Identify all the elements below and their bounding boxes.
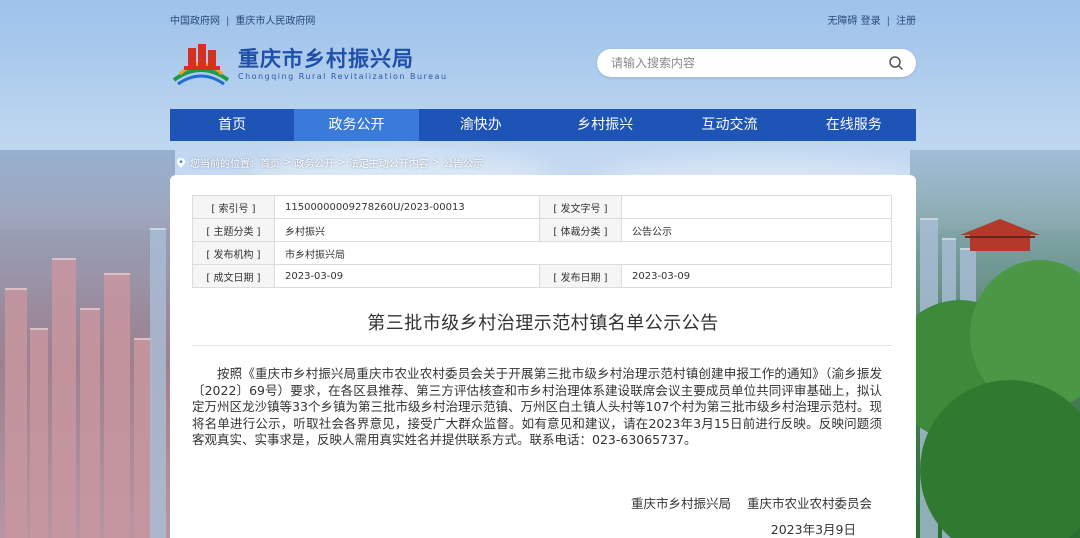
breadcrumb-home[interactable]: 首页 xyxy=(260,155,280,170)
divider xyxy=(192,345,892,346)
meta-key: [ 主题分类 ] xyxy=(192,218,275,242)
link-cq-gov[interactable]: 重庆市人民政府网 xyxy=(235,16,315,27)
table-row: [ 成文日期 ] 2023-03-09 [ 发布日期 ] 2023-03-09 xyxy=(192,264,892,288)
nav-interaction[interactable]: 互动交流 xyxy=(667,109,791,141)
meta-key: [ 索引号 ] xyxy=(192,195,275,219)
nav-yukuaiban[interactable]: 渝快办 xyxy=(419,109,543,141)
meta-key: [ 发布机构 ] xyxy=(192,241,275,265)
search-icon[interactable] xyxy=(888,55,904,71)
bureau-logo-icon[interactable] xyxy=(170,40,232,86)
breadcrumb-prefix: 您当前的位置： xyxy=(190,159,260,170)
document-body: 按照《重庆市乡村振兴局重庆市农业农村委员会关于开展第三批市级乡村治理示范村镇创建… xyxy=(192,366,882,447)
location-icon xyxy=(177,157,185,168)
link-login[interactable]: 登录 xyxy=(861,16,881,27)
meta-value: 乡村振兴 xyxy=(274,218,540,242)
meta-key: [ 体裁分类 ] xyxy=(539,218,622,242)
meta-key: [ 发布日期 ] xyxy=(539,264,622,288)
meta-key: [ 发文字号 ] xyxy=(539,195,622,219)
main-nav: 首页 政务公开 渝快办 乡村振兴 互动交流 在线服务 xyxy=(170,109,916,141)
signer-bureau: 重庆市乡村振兴局 xyxy=(630,496,731,511)
site-title[interactable]: 重庆市乡村振兴局 xyxy=(238,43,414,73)
document-signers: 重庆市乡村振兴局 重庆市农业农村委员会 xyxy=(631,493,872,512)
signer-committee: 重庆市农业农村委员会 xyxy=(746,496,872,511)
meta-value: 2023-03-09 xyxy=(621,264,892,288)
table-row: [ 发布机构 ] 市乡村振兴局 xyxy=(192,241,892,265)
meta-value: 11500000009278260U/2023-00013 xyxy=(274,195,540,219)
table-row: [ 索引号 ] 11500000009278260U/2023-00013 [ … xyxy=(192,195,892,219)
nav-home[interactable]: 首页 xyxy=(170,109,294,141)
document-title: 第三批市级乡村治理示范村镇名单公示公告 xyxy=(367,313,719,334)
meta-value: 公告公示 xyxy=(621,218,892,242)
link-register[interactable]: 注册 xyxy=(896,16,916,27)
document-date: 2023年3月9日 xyxy=(770,522,856,537)
nav-government-affairs[interactable]: 政务公开 xyxy=(294,109,419,141)
breadcrumb-statutory[interactable]: 法定主动公开内容 xyxy=(349,155,429,170)
table-row: [ 主题分类 ] 乡村振兴 [ 体裁分类 ] 公告公示 xyxy=(192,218,892,242)
search-input[interactable] xyxy=(611,54,881,72)
meta-value: 市乡村振兴局 xyxy=(274,241,892,265)
document-meta-table: [ 索引号 ] 11500000009278260U/2023-00013 [ … xyxy=(192,195,892,288)
nav-rural-revitalization[interactable]: 乡村振兴 xyxy=(543,109,667,141)
content-card: [ 索引号 ] 11500000009278260U/2023-00013 [ … xyxy=(170,175,916,538)
meta-value xyxy=(621,195,892,219)
breadcrumb: 您当前的位置： 首页 > 政务公开 > 法定主动公开内容 > 公告公示 xyxy=(176,155,483,170)
site-subtitle: Chongqing Rural Revitalization Bureau xyxy=(238,72,448,81)
meta-value: 2023-03-09 xyxy=(274,264,540,288)
meta-key: [ 成文日期 ] xyxy=(192,264,275,288)
nav-online-service[interactable]: 在线服务 xyxy=(792,109,916,141)
link-gov-cn[interactable]: 中国政府网 xyxy=(170,16,220,27)
search-box xyxy=(597,49,916,77)
link-accessibility[interactable]: 无障碍 xyxy=(827,16,857,27)
top-links-bar: 中国政府网 | 重庆市人民政府网 无障碍 登录 | 注册 xyxy=(170,16,916,27)
breadcrumb-announcements[interactable]: 公告公示 xyxy=(443,155,483,170)
breadcrumb-gov-affairs[interactable]: 政务公开 xyxy=(294,155,334,170)
